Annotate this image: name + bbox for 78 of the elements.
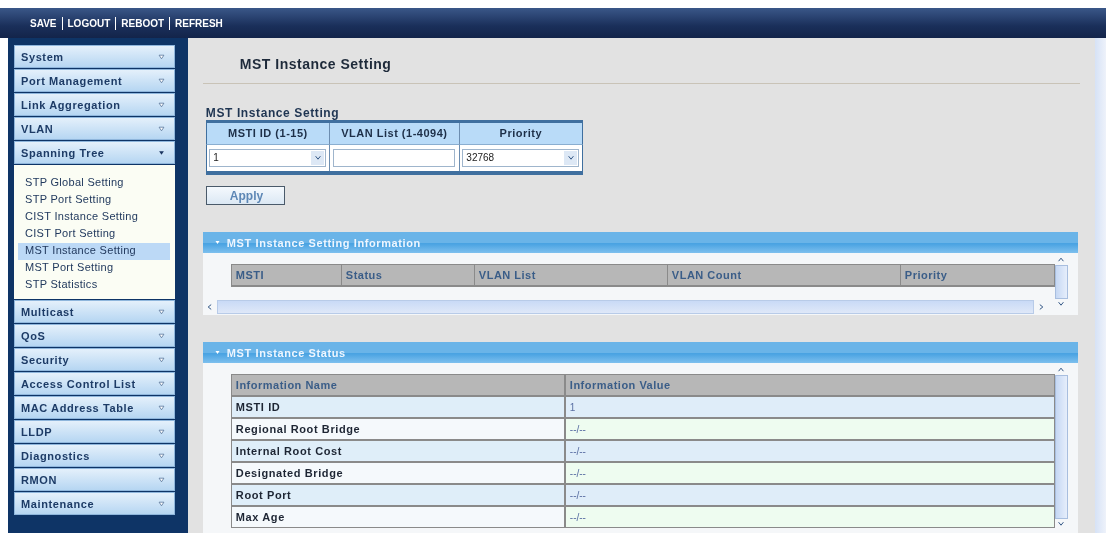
chevron-right-icon xyxy=(1037,303,1044,312)
column-header: VLAN List (1-4094) xyxy=(328,122,459,144)
caret-down-icon xyxy=(157,356,166,363)
chevron-down-icon xyxy=(1057,521,1066,527)
column-header: Priority xyxy=(899,264,1054,285)
column-header: VLAN List xyxy=(473,264,667,285)
table-cell: MSTI ID xyxy=(231,397,564,417)
dropdown[interactable]: 1 xyxy=(209,148,327,167)
menu-item[interactable]: Access Control List xyxy=(14,372,175,395)
submenu-item[interactable]: CIST Port Setting xyxy=(18,226,170,243)
page-scrollbar[interactable] xyxy=(1095,38,1106,533)
caret-down-icon xyxy=(157,332,166,339)
table-cell: --/-- xyxy=(565,441,1054,461)
chevron-left-icon xyxy=(206,303,213,312)
submenu-item[interactable]: STP Statistics xyxy=(18,277,170,294)
menu-item[interactable]: MAC Address Table xyxy=(14,396,175,419)
column-header: Information Value xyxy=(565,375,1054,395)
table-cell: Internal Root Cost xyxy=(231,441,564,461)
column-header: MSTI xyxy=(234,267,266,283)
chevron-down-icon xyxy=(566,154,575,161)
chevron-up-icon xyxy=(1057,256,1066,263)
menu-item[interactable]: Diagnostics xyxy=(14,444,175,467)
menu-item[interactable]: System xyxy=(14,45,175,68)
submenu-item[interactable]: STP Port Setting xyxy=(18,192,170,209)
caret-down-icon xyxy=(213,240,221,246)
menu-item[interactable]: Link Aggregation xyxy=(14,93,175,116)
scrollbar[interactable] xyxy=(1054,256,1068,307)
toolbar-link[interactable]: REFRESH xyxy=(175,17,223,29)
caret-down-icon xyxy=(157,452,166,459)
column-header: VLAN Count xyxy=(666,264,900,285)
submenu-item[interactable]: STP Global Setting xyxy=(18,175,170,192)
caret-down-icon xyxy=(157,476,166,483)
table-cell: --/-- xyxy=(565,507,1054,527)
submenu-item[interactable]: MST Port Setting xyxy=(18,260,170,277)
toolbar-link[interactable]: REBOOT xyxy=(121,17,165,29)
page-title: MST Instance Setting xyxy=(239,56,392,72)
caret-down-icon xyxy=(157,500,166,507)
column-header: Status xyxy=(340,264,474,285)
caret-down-icon xyxy=(157,428,166,435)
table-cell: Designated Bridge xyxy=(231,463,564,483)
column-header: MSTI ID (1-15) xyxy=(205,122,329,144)
caret-down-icon xyxy=(157,149,166,156)
chevron-down-icon xyxy=(313,154,322,161)
form-title: MST Instance Setting xyxy=(205,105,340,120)
menu-item[interactable]: VLAN xyxy=(14,117,175,140)
menu-item[interactable]: LLDP xyxy=(14,420,175,443)
column-header: Information Name xyxy=(231,375,564,395)
toolbar-link[interactable]: SAVE xyxy=(30,17,57,29)
text-field[interactable] xyxy=(333,148,456,167)
table-cell: --/-- xyxy=(565,419,1054,439)
caret-down-icon xyxy=(157,404,166,411)
menu-item[interactable]: Maintenance xyxy=(14,492,175,515)
table-cell: --/-- xyxy=(565,463,1054,483)
column-header: Priority xyxy=(458,122,583,144)
toolbar-link[interactable]: LOGOUT xyxy=(67,17,111,29)
caret-down-icon xyxy=(157,308,166,315)
menu-item[interactable]: Security xyxy=(14,348,175,371)
caret-down-icon xyxy=(157,77,166,84)
chevron-up-icon xyxy=(1057,367,1066,373)
table-cell: Root Port xyxy=(231,485,564,505)
submenu-item[interactable]: CIST Instance Setting xyxy=(18,209,170,226)
caret-down-icon xyxy=(157,53,166,60)
chevron-down-icon xyxy=(1057,300,1066,307)
menu-item[interactable]: Port Management xyxy=(14,69,175,92)
table-cell: --/-- xyxy=(565,485,1054,505)
menu-item[interactable]: RMON xyxy=(14,468,175,491)
submenu-item[interactable]: MST Instance Setting xyxy=(18,243,170,260)
menu-item[interactable]: QoS xyxy=(14,324,175,347)
dropdown[interactable]: 32768 xyxy=(462,148,580,167)
caret-down-icon xyxy=(157,101,166,108)
table-cell: Max Age xyxy=(231,507,564,527)
caret-down-icon xyxy=(157,380,166,387)
table-cell: Regional Root Bridge xyxy=(231,419,564,439)
menu-item[interactable]: Spanning Tree xyxy=(14,141,175,164)
caret-down-icon xyxy=(157,125,166,132)
table-cell: 1 xyxy=(565,397,1054,417)
menu-item[interactable]: Multicast xyxy=(14,300,175,323)
caret-down-icon xyxy=(213,350,221,356)
